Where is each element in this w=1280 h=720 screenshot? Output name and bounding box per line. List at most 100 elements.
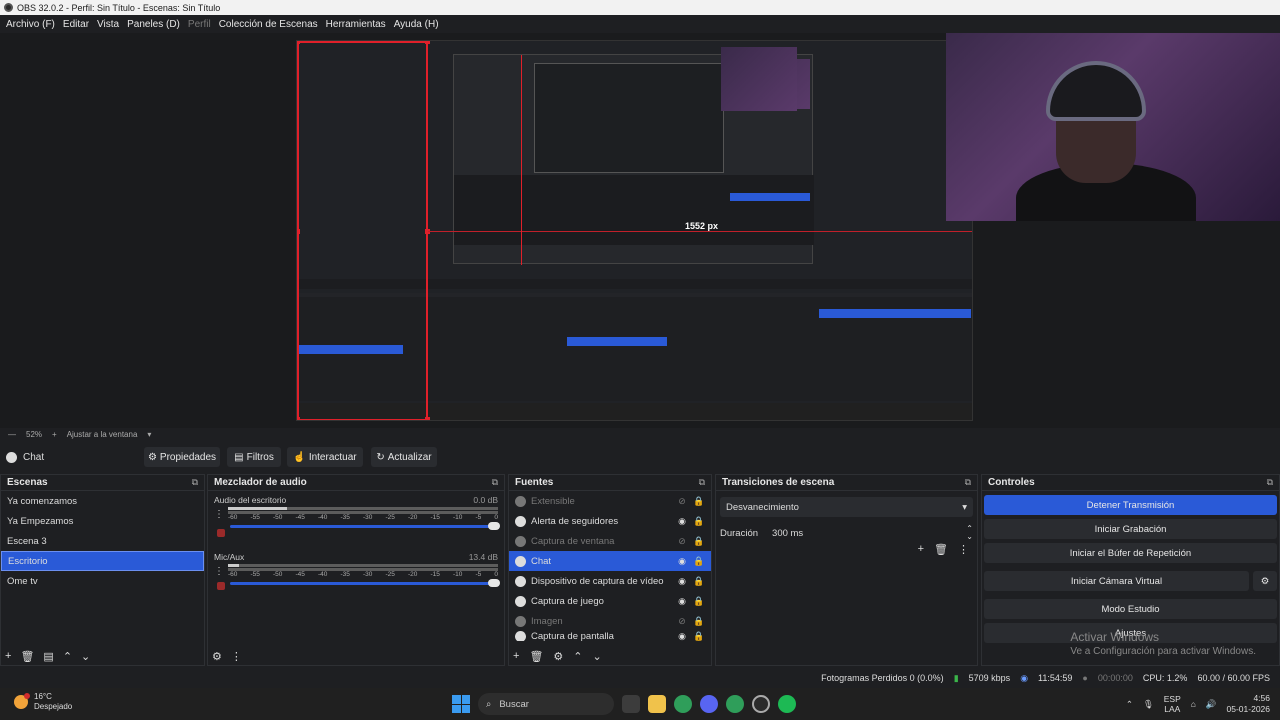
source-item[interactable]: Dispositivo de captura de vídeo ◉ 🔒 (509, 571, 711, 591)
transition-select[interactable]: Desvanecimiento ▾ (720, 497, 973, 517)
gear-icon[interactable]: ⚙ (553, 650, 563, 663)
windows-start-icon[interactable] (452, 695, 470, 713)
stop-stream-button[interactable]: Detener Transmisión (984, 495, 1277, 515)
resize-handle[interactable] (297, 417, 300, 420)
resize-handle[interactable] (425, 41, 430, 44)
add-icon[interactable]: + (513, 650, 519, 663)
duration-input[interactable]: 300 ms ⌃ ⌄ (768, 523, 973, 543)
volume-slider[interactable] (230, 579, 500, 587)
source-item[interactable]: Captura de ventana ⊘ 🔒 (509, 531, 711, 551)
chevron-up-icon[interactable]: ⌃ (1126, 699, 1133, 710)
menu-vista[interactable]: Vista (93, 19, 123, 30)
chrome-profile-icon[interactable] (726, 695, 744, 713)
virtual-camera-settings-icon[interactable]: ⚙ (1253, 571, 1277, 591)
chevron-up-icon[interactable]: ⌃ (63, 650, 72, 663)
scene-item[interactable]: Escena 3 (1, 531, 204, 551)
menu-icon[interactable]: ⋮ (231, 650, 242, 663)
source-item-selected[interactable]: Chat ◉ 🔒 (509, 551, 711, 571)
chevron-down-icon[interactable]: ⌄ (593, 650, 602, 663)
trash-icon[interactable]: 🗑 (934, 543, 948, 556)
add-icon[interactable]: + (918, 543, 924, 556)
obs-icon[interactable] (752, 695, 770, 713)
undock-icon[interactable]: ⧉ (699, 477, 705, 488)
channel-menu-icon[interactable]: ⋮ (214, 509, 224, 520)
chrome-icon[interactable] (674, 695, 692, 713)
filter-icon[interactable]: ▤ (43, 650, 53, 663)
menu-herramientas[interactable]: Herramientas (322, 19, 390, 30)
volume-knob[interactable] (488, 579, 500, 587)
scene-item-selected[interactable]: Escritorio (1, 551, 204, 571)
menu-icon[interactable]: ⋮ (958, 543, 969, 556)
file-explorer-icon[interactable] (648, 695, 666, 713)
virtual-camera-button[interactable]: Iniciar Cámara Virtual (984, 571, 1249, 591)
zoom-minus-icon[interactable]: — (8, 430, 16, 439)
mute-icon[interactable] (217, 582, 225, 590)
volume-knob[interactable] (488, 522, 500, 530)
chevron-down-icon[interactable]: ⌄ (81, 650, 90, 663)
microphone-icon[interactable]: 🎙 (1143, 699, 1154, 710)
selection-bounding-box[interactable] (297, 41, 428, 420)
source-item[interactable]: Extensible ⊘ 🔒 (509, 491, 711, 511)
filters-button[interactable]: ▤ Filtros (227, 447, 281, 467)
weather-widget[interactable]: 16°C Despejado (14, 692, 72, 712)
source-item[interactable]: Captura de pantalla ◉ 🔒 (509, 631, 711, 641)
trash-icon[interactable]: 🗑 (529, 650, 543, 663)
task-view-icon[interactable] (622, 695, 640, 713)
eye-icon[interactable]: ◉ (676, 556, 688, 567)
menu-ayuda[interactable]: Ayuda (H) (390, 19, 443, 30)
lock-icon[interactable]: 🔒 (693, 576, 705, 587)
resize-handle[interactable] (297, 41, 300, 44)
undock-icon[interactable]: ⧉ (965, 477, 971, 488)
spotify-icon[interactable] (778, 695, 796, 713)
source-item[interactable]: Captura de juego ◉ 🔒 (509, 591, 711, 611)
mute-icon[interactable] (217, 529, 225, 537)
volume-slider[interactable] (230, 522, 500, 530)
lock-icon[interactable]: 🔒 (693, 496, 705, 507)
replay-buffer-button[interactable]: Iniciar el Búfer de Repetición (984, 543, 1277, 563)
eye-icon[interactable]: ◉ (676, 631, 688, 641)
eye-icon[interactable]: ◉ (676, 596, 688, 607)
zoom-plus-icon[interactable]: + (52, 430, 57, 439)
lock-icon[interactable]: 🔒 (693, 631, 705, 641)
menu-paneles[interactable]: Paneles (D) (123, 19, 184, 30)
eye-hidden-icon[interactable]: ⊘ (676, 536, 688, 547)
lock-icon[interactable]: 🔒 (693, 616, 705, 627)
channel-menu-icon[interactable]: ⋮ (214, 566, 224, 577)
mixer-settings-icon[interactable]: ⚙ (212, 650, 222, 663)
menu-coleccion[interactable]: Colección de Escenas (215, 19, 322, 30)
discord-icon[interactable] (700, 695, 718, 713)
network-icon[interactable]: ⌂ (1191, 699, 1196, 709)
scene-item[interactable]: Ya comenzamos (1, 491, 204, 511)
preview-area[interactable]: 1552 px (0, 33, 1280, 428)
scene-item[interactable]: Ome tv (1, 571, 204, 591)
volume-icon[interactable]: 🔊 (1206, 699, 1217, 710)
chevron-up-icon[interactable]: ⌃ (573, 650, 582, 663)
lock-icon[interactable]: 🔒 (693, 536, 705, 547)
lock-icon[interactable]: 🔒 (693, 596, 705, 607)
start-recording-button[interactable]: Iniciar Grabación (984, 519, 1277, 539)
zoom-fit-label[interactable]: Ajustar a la ventana (67, 430, 138, 439)
eye-icon[interactable]: ◉ (676, 576, 688, 587)
menu-archivo[interactable]: Archivo (F) (2, 19, 59, 30)
spinner-icon[interactable]: ⌃ ⌄ (966, 525, 973, 541)
chevron-down-icon[interactable]: ▾ (147, 430, 151, 439)
lock-icon[interactable]: 🔒 (693, 516, 705, 527)
interact-button[interactable]: ☝ Interactuar (287, 447, 363, 467)
clock[interactable]: 4:56 05-01-2026 (1227, 693, 1270, 715)
source-item[interactable]: Imagen ⊘ 🔒 (509, 611, 711, 631)
add-icon[interactable]: + (5, 650, 11, 663)
undock-icon[interactable]: ⧉ (492, 477, 498, 488)
source-item[interactable]: Alerta de seguidores ◉ 🔒 (509, 511, 711, 531)
menu-editar[interactable]: Editar (59, 19, 93, 30)
undock-icon[interactable]: ⧉ (1267, 477, 1273, 488)
trash-icon[interactable]: 🗑 (20, 650, 34, 663)
eye-hidden-icon[interactable]: ⊘ (676, 616, 688, 627)
undock-icon[interactable]: ⧉ (192, 477, 198, 488)
lock-icon[interactable]: 🔒 (693, 556, 705, 567)
properties-button[interactable]: ⚙ Propiedades (144, 447, 220, 467)
eye-icon[interactable]: ◉ (676, 516, 688, 527)
resize-handle[interactable] (297, 229, 300, 234)
studio-mode-button[interactable]: Modo Estudio (984, 599, 1277, 619)
language-indicator[interactable]: ESP LAA (1164, 694, 1181, 714)
eye-hidden-icon[interactable]: ⊘ (676, 496, 688, 507)
